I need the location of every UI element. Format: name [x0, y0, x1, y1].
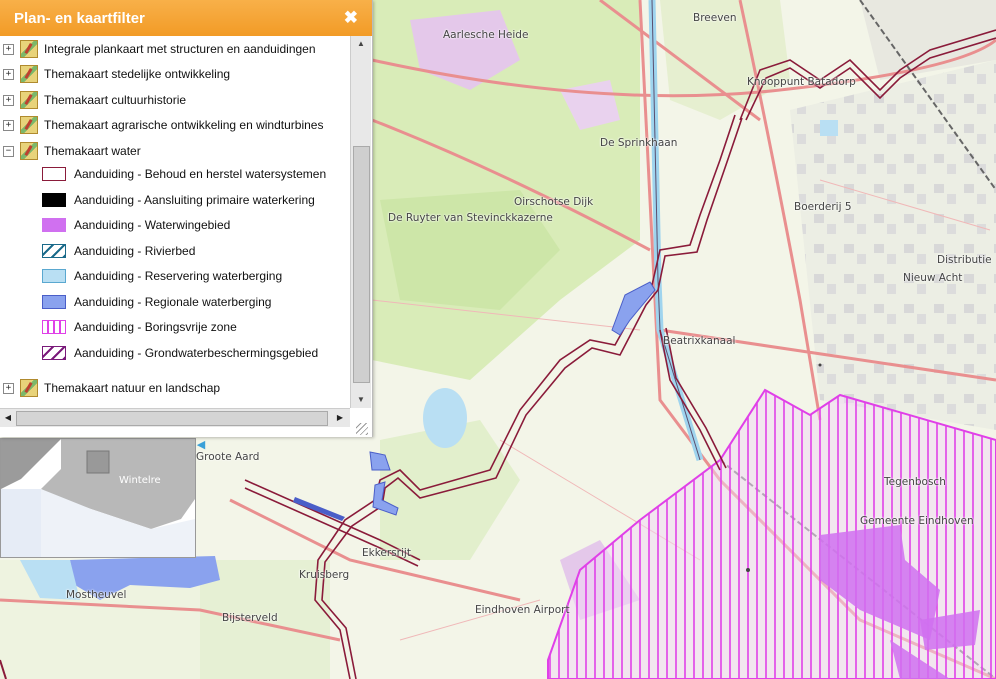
expand-plus-icon[interactable]: +	[3, 43, 14, 55]
place-label: Ekkersrijt	[362, 547, 411, 559]
legend-label: Aanduiding - Waterwingebied	[74, 218, 231, 232]
place-label: Boerderij 5	[794, 201, 852, 213]
legend-item-boringsvrije-zone[interactable]: Aanduiding - Boringsvrije zone	[0, 316, 237, 338]
legend-label: Aanduiding - Behoud en herstel watersyst…	[74, 167, 327, 181]
overview-map[interactable]: Wintelre	[0, 438, 196, 558]
expand-plus-icon[interactable]: +	[3, 94, 14, 106]
place-label: Knooppunt Batadorp	[747, 76, 856, 88]
plan-filter-panel: Plan- en kaartfilter ✖ + Integrale plank…	[0, 0, 373, 437]
map-layer-icon	[20, 142, 38, 160]
place-label: Kruisberg	[299, 569, 350, 581]
layer-row-stedelijke-ontwikkeling[interactable]: + Themakaart stedelijke ontwikkeling	[0, 63, 230, 85]
legend-label: Aanduiding - Grondwaterbeschermingsgebie…	[74, 346, 319, 360]
place-label: Nieuw Acht	[903, 272, 963, 284]
place-label: Breeven	[693, 12, 737, 24]
panel-title: Plan- en kaartfilter	[14, 9, 145, 27]
legend-label: Aanduiding - Boringsvrije zone	[74, 320, 237, 334]
layer-label: Integrale plankaart met structuren en aa…	[44, 42, 316, 56]
place-label: Groote Aard	[196, 451, 260, 463]
legend-label: Aanduiding - Aansluiting primaire waterk…	[74, 193, 315, 207]
legend-swatch-solid-black	[42, 193, 66, 207]
legend-item-reservering-waterberging[interactable]: Aanduiding - Reservering waterberging	[0, 265, 282, 287]
legend-item-waterwingebied[interactable]: Aanduiding - Waterwingebied	[0, 214, 230, 236]
legend-swatch-outline-maroon	[42, 167, 66, 181]
panel-header[interactable]: Plan- en kaartfilter ✖	[0, 0, 372, 36]
place-label: De Ruyter van Stevinckkazerne	[388, 212, 553, 224]
place-label: Bijsterveld	[222, 612, 278, 624]
place-label: Oirschotse Dijk	[514, 196, 594, 208]
layer-row-integrale-plankaart[interactable]: + Integrale plankaart met structuren en …	[0, 38, 316, 60]
scroll-right-icon[interactable]: ▶	[332, 409, 348, 427]
map-layer-icon	[20, 65, 38, 83]
legend-swatch-solid-blue	[42, 295, 66, 309]
scroll-thumb[interactable]	[16, 411, 328, 426]
layer-label: Themakaart natuur en landschap	[44, 381, 221, 395]
place-label: Eindhoven Airport	[475, 604, 570, 616]
legend-swatch-solid-lightblue	[42, 269, 66, 283]
map-layer-icon	[20, 379, 38, 397]
legend-item-primaire-waterkering[interactable]: Aanduiding - Aansluiting primaire waterk…	[0, 189, 315, 211]
legend-label: Aanduiding - Regionale waterberging	[74, 295, 272, 309]
scroll-left-icon[interactable]: ◀	[0, 409, 16, 427]
legend-swatch-hatch-teal	[42, 244, 66, 258]
expand-plus-icon[interactable]: +	[3, 382, 14, 394]
layer-row-natuur-landschap[interactable]: + Themakaart natuur en landschap	[0, 377, 220, 399]
legend-item-behoud-herstel[interactable]: Aanduiding - Behoud en herstel watersyst…	[0, 163, 326, 185]
legend-swatch-vlines-magenta	[42, 320, 66, 334]
legend-item-grondwaterbescherming[interactable]: Aanduiding - Grondwaterbeschermingsgebie…	[0, 342, 318, 364]
layer-label: Themakaart water	[44, 144, 141, 158]
layer-label: Themakaart agrarische ontwikkeling en wi…	[44, 118, 324, 132]
collapse-minus-icon[interactable]: −	[3, 145, 14, 157]
legend-swatch-hatch-purple	[42, 346, 66, 360]
place-label: Distributie	[937, 254, 992, 266]
expand-plus-icon[interactable]: +	[3, 119, 14, 131]
place-label: Mostheuvel	[66, 589, 127, 601]
layer-row-agrarische-ontwikkeling[interactable]: + Themakaart agrarische ontwikkeling en …	[0, 114, 323, 136]
place-label: De Sprinkhaan	[600, 137, 678, 149]
overview-toggle-icon[interactable]: ◀	[194, 438, 208, 452]
legend-swatch-solid-violet	[42, 218, 66, 232]
map-layer-icon	[20, 91, 38, 109]
legend-label: Aanduiding - Rivierbed	[74, 244, 196, 258]
close-icon[interactable]: ✖	[344, 8, 358, 28]
place-label: Beatrixkanaal	[663, 335, 736, 347]
horizontal-scrollbar[interactable]: ◀ ▶	[0, 408, 350, 427]
scroll-down-icon[interactable]: ▼	[351, 392, 371, 408]
expand-plus-icon[interactable]: +	[3, 68, 14, 80]
resize-grip-icon[interactable]	[356, 423, 368, 435]
layer-label: Themakaart stedelijke ontwikkeling	[44, 67, 231, 81]
map-layer-icon	[20, 40, 38, 58]
scroll-up-icon[interactable]: ▲	[351, 36, 371, 52]
scroll-thumb[interactable]	[353, 146, 370, 383]
overview-label: Wintelre	[119, 475, 161, 486]
legend-item-regionale-waterberging[interactable]: Aanduiding - Regionale waterberging	[0, 291, 271, 313]
legend-item-rivierbed[interactable]: Aanduiding - Rivierbed	[0, 240, 195, 262]
layer-row-water[interactable]: − Themakaart water	[0, 140, 141, 162]
overview-map-graphic: Wintelre	[1, 439, 195, 557]
layer-label: Themakaart cultuurhistorie	[44, 93, 187, 107]
layer-tree: + Integrale plankaart met structuren en …	[0, 36, 350, 408]
legend-label: Aanduiding - Reservering waterberging	[74, 269, 283, 283]
place-label: Tegenbosch	[884, 476, 946, 488]
vertical-scrollbar[interactable]: ▲ ▼	[350, 36, 371, 408]
layer-row-cultuurhistorie[interactable]: + Themakaart cultuurhistorie	[0, 89, 186, 111]
map-layer-icon	[20, 116, 38, 134]
place-label: Aarlesche Heide	[443, 29, 529, 41]
place-label: Gemeente Eindhoven	[860, 515, 974, 527]
